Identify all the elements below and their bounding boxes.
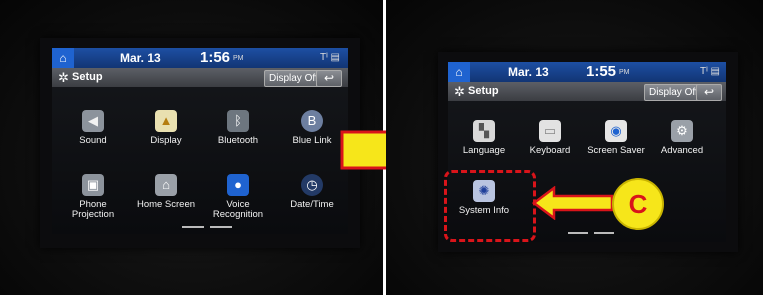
page-title: Setup [468, 85, 499, 97]
page-indicator-1 [182, 226, 204, 228]
menu-item-label: Voice Recognition [212, 199, 264, 220]
speaker-icon: ◀ [82, 110, 104, 132]
screen-saver-icon: ◉ [605, 120, 627, 142]
left-screen: ⌂ Mar. 13 1:56 PM Tᴵ ▤ ✲ Setup Display O… [52, 48, 348, 234]
home-icon: ⌂ [59, 51, 67, 65]
system-info-highlight [444, 170, 536, 242]
home-button[interactable]: ⌂ [448, 62, 470, 82]
menu-item-label: Display [150, 135, 182, 146]
page-indicator-2 [594, 232, 614, 234]
bluetooth-icon: ᛒ [227, 110, 249, 132]
gear-icon: ✲ [454, 84, 465, 99]
status-date: Mar. 13 [508, 65, 549, 79]
menu-item-keyboard[interactable]: ▭ Keyboard [514, 120, 586, 156]
back-button[interactable]: ↩ [696, 84, 722, 101]
menu-item-phone-projection[interactable]: ▣ Phone Projection [57, 174, 129, 220]
display-off-button[interactable]: Display Off [264, 70, 323, 87]
home-icon: ⌂ [455, 65, 463, 79]
title-bar: ✲ Setup Display Off ↩ [448, 82, 726, 101]
page-indicator-2 [210, 226, 232, 228]
menu-item-label: Bluetooth [217, 135, 259, 146]
menu-item-label: Keyboard [529, 145, 571, 156]
menu-item-display[interactable]: ▲ Display [130, 110, 202, 146]
menu-item-label: Date/Time [290, 199, 334, 210]
time-suffix: PM [233, 55, 244, 62]
display-icon: ▲ [155, 110, 177, 132]
right-photo: ⌂ Mar. 13 1:55 PM Tᴵ ▤ ✲ Setup Display O… [386, 0, 763, 295]
back-button[interactable]: ↩ [316, 70, 342, 87]
language-icon: ▚ [473, 120, 495, 142]
menu-item-home-screen[interactable]: ⌂ Home Screen [130, 174, 202, 210]
home-button[interactable]: ⌂ [52, 48, 74, 68]
pointer-arrow-icon [532, 186, 614, 220]
status-time: 1:55 [586, 63, 617, 80]
menu-item-bluetooth[interactable]: ᛒ Bluetooth [202, 110, 274, 146]
advanced-icon: ⚙ [671, 120, 693, 142]
status-time: 1:56 [200, 49, 231, 66]
phone-projection-icon: ▣ [82, 174, 104, 196]
page-title: Setup [72, 71, 103, 83]
menu-item-label: Advanced [660, 145, 704, 156]
status-date: Mar. 13 [120, 51, 161, 65]
menu-item-label: Home Screen [136, 199, 196, 210]
menu-item-voice-recognition[interactable]: ● Voice Recognition [202, 174, 274, 220]
status-indicators-icon: Tᴵ ▤ [320, 52, 341, 63]
status-indicators-icon: Tᴵ ▤ [700, 66, 721, 77]
left-photo: ⌂ Mar. 13 1:56 PM Tᴵ ▤ ✲ Setup Display O… [0, 0, 386, 295]
menu-item-label: Language [462, 145, 506, 156]
menu-item-blue-link[interactable]: B Blue Link [276, 110, 348, 146]
status-bar: ⌂ Mar. 13 1:56 PM Tᴵ ▤ [52, 48, 348, 68]
menu-item-label: Blue Link [292, 135, 332, 146]
keyboard-icon: ▭ [539, 120, 561, 142]
time-suffix: PM [619, 69, 630, 76]
title-bar: ✲ Setup Display Off ↩ [52, 68, 348, 87]
menu-item-label: Phone Projection [71, 199, 115, 220]
callout-c-badge: C [612, 178, 664, 230]
menu-item-date-time[interactable]: ◷ Date/Time [276, 174, 348, 210]
menu-item-screen-saver[interactable]: ◉ Screen Saver [580, 120, 652, 156]
menu-item-label: Sound [79, 135, 107, 146]
menu-item-sound[interactable]: ◀ Sound [57, 110, 129, 146]
menu-item-label: Screen Saver [587, 145, 645, 156]
menu-item-language[interactable]: ▚ Language [448, 120, 520, 156]
home-screen-icon: ⌂ [155, 174, 177, 196]
status-bar: ⌂ Mar. 13 1:55 PM Tᴵ ▤ [448, 62, 726, 82]
clock-icon: ◷ [301, 174, 323, 196]
page-indicator-1 [568, 232, 588, 234]
microphone-icon: ● [227, 174, 249, 196]
callout-letter: C [628, 188, 648, 219]
menu-item-advanced[interactable]: ⚙ Advanced [646, 120, 718, 156]
bluelink-icon: B [301, 110, 323, 132]
gear-icon: ✲ [58, 70, 69, 85]
display-off-button[interactable]: Display Off [644, 84, 703, 101]
